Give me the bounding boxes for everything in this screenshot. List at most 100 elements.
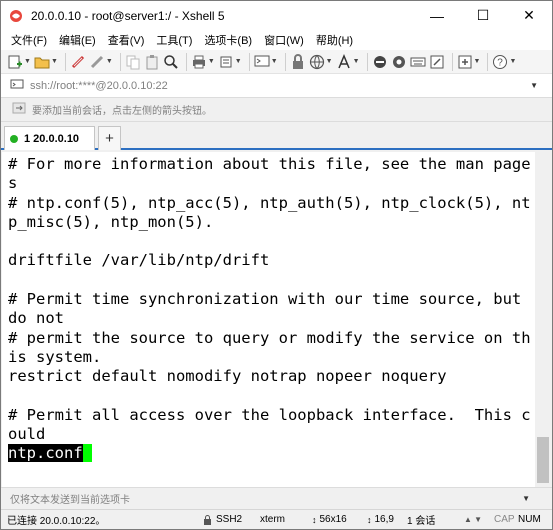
terminal-line: s — [8, 174, 18, 193]
terminal-line: ould — [8, 425, 46, 444]
status-connection: 已连接 20.0.0.10:22。 — [7, 516, 106, 527]
status-cursor-label: 16,9 — [374, 514, 394, 525]
status-caps-lock: CAP — [494, 514, 515, 525]
xftp-button[interactable] — [372, 52, 388, 72]
copy-button[interactable] — [125, 52, 141, 72]
chevron-down-icon[interactable]: ▼ — [326, 58, 333, 65]
globe-button[interactable]: ▼ — [309, 52, 333, 72]
copy-icon — [126, 55, 140, 69]
scrollbar-thumb[interactable] — [537, 437, 549, 483]
paste-button[interactable] — [144, 52, 160, 72]
compose-icon — [430, 55, 443, 68]
terminal-line: do not — [8, 309, 64, 328]
maximize-button[interactable]: ☐ — [460, 1, 506, 30]
send-text-input[interactable]: 仅将文本发送到当前选项卡 — [10, 491, 522, 506]
menu-window[interactable]: 窗口(W) — [264, 32, 304, 48]
chevron-down-icon[interactable]: ▼ — [474, 58, 481, 65]
menu-tools[interactable]: 工具(T) — [156, 32, 192, 48]
status-terminal-type: xterm — [260, 514, 285, 525]
chevron-down-icon[interactable]: ▼ — [208, 58, 215, 65]
disconnect-button[interactable]: ▼ — [89, 52, 113, 72]
toolbar-separator — [451, 52, 453, 71]
add-icon — [458, 55, 471, 68]
xshell-app-icon[interactable] — [9, 9, 23, 23]
xmanager-button[interactable] — [391, 52, 407, 72]
status-cursor: ↕ 16,9 — [367, 514, 407, 525]
menu-edit[interactable]: 编辑(E) — [59, 32, 96, 48]
toolbar-separator — [64, 52, 66, 71]
session-address-icon — [10, 77, 24, 94]
tab-session-1[interactable]: 1 20.0.0.10 — [4, 126, 95, 150]
terminal-line: # Permit time synchronization with our t… — [8, 290, 522, 309]
compose-button[interactable] — [429, 52, 445, 72]
globe-icon — [309, 54, 324, 69]
disconnect-icon — [90, 55, 103, 68]
terminal-line: # For more information about this file, … — [8, 155, 531, 173]
new-tab-button[interactable]: ▼ — [457, 52, 481, 72]
font-button[interactable]: ▼ — [336, 52, 360, 72]
toolbar-separator — [284, 52, 286, 71]
properties-icon — [220, 56, 232, 67]
xshell-window: 20.0.0.10 - root@server1:/ - Xshell 5 — … — [0, 0, 553, 530]
xmanager-icon — [392, 55, 405, 68]
chevron-down-icon[interactable]: ▼ — [353, 58, 360, 65]
status-nav-arrows[interactable]: ▲ ▼ — [464, 515, 494, 524]
arrow-icon[interactable] — [12, 101, 26, 118]
tab-label: 1 20.0.0.10 — [24, 132, 80, 145]
reconnect-button[interactable] — [70, 52, 86, 72]
lock-icon — [292, 53, 303, 69]
chevron-down-icon[interactable]: ▼ — [24, 58, 31, 65]
lock-icon — [204, 514, 211, 525]
help-button[interactable]: ? ▼ — [492, 52, 516, 72]
lock-button[interactable] — [290, 52, 306, 72]
chevron-down-icon[interactable]: ▼ — [530, 81, 538, 90]
print-button[interactable]: ▼ — [191, 52, 215, 72]
menu-view[interactable]: 查看(V) — [108, 32, 145, 48]
terminal-output[interactable]: # For more information about this file, … — [2, 152, 535, 487]
terminal-cursor — [82, 444, 92, 463]
address-input[interactable]: ssh://root:****@20.0.0.10:22 — [30, 80, 530, 92]
properties-button[interactable]: ▼ — [218, 52, 242, 72]
chevron-down-icon[interactable]: ▼ — [235, 58, 242, 65]
address-bar[interactable]: ssh://root:****@20.0.0.10:22 ▼ — [1, 74, 552, 98]
new-session-button[interactable]: ▼ — [7, 52, 31, 72]
printer-icon — [192, 55, 205, 68]
terminal-line: # permit the source to query or modify t… — [8, 328, 531, 347]
tab-bar: 1 20.0.0.10 + — [1, 122, 552, 150]
chevron-down-icon[interactable]: ▼ — [106, 58, 113, 65]
add-tab-button[interactable]: + — [98, 126, 121, 150]
chevron-down-icon[interactable]: ▼ — [51, 58, 58, 65]
close-button[interactable]: ✕ — [506, 1, 552, 30]
keyboard-icon — [410, 57, 425, 66]
window-title: 20.0.0.10 - root@server1:/ - Xshell 5 — [31, 8, 225, 23]
menu-bar: 文件(F) 编辑(E) 查看(V) 工具(T) 选项卡(B) 窗口(W) 帮助(… — [1, 30, 552, 50]
terminal-line: # ntp.conf(5), ntp_acc(5), ntp_auth(5), … — [8, 193, 531, 212]
status-bar: 已连接 20.0.0.10:22。 SSH2 xterm ↕ 56x16 ↕ 1… — [1, 509, 552, 529]
toolbar-separator — [185, 52, 187, 71]
resize-icon: ↕ — [312, 514, 317, 525]
session-hint-bar: 要添加当前会话，点击左侧的箭头按钮。 — [1, 98, 552, 122]
menu-tab[interactable]: 选项卡(B) — [204, 32, 252, 48]
session-manager-button[interactable]: ▼ — [254, 52, 278, 72]
chevron-down-icon[interactable]: ▼ — [509, 58, 516, 65]
chevron-down-icon[interactable]: ▼ — [271, 58, 278, 65]
status-sessions: 1 会话 — [407, 516, 436, 527]
open-folder-button[interactable]: ▼ — [34, 52, 58, 72]
minimize-button[interactable]: — — [414, 1, 460, 30]
find-button[interactable] — [163, 52, 179, 72]
terminal-scrollbar[interactable] — [535, 152, 551, 487]
menu-file[interactable]: 文件(F) — [11, 32, 47, 48]
terminal-line: is system. — [8, 347, 102, 366]
menu-help[interactable]: 帮助(H) — [316, 32, 353, 48]
title-bar: 20.0.0.10 - root@server1:/ - Xshell 5 — … — [1, 1, 552, 30]
connected-status-icon — [10, 134, 18, 143]
terminal-line: restrict default nomodify notrap nopeer … — [8, 367, 447, 386]
hint-text: 要添加当前会话，点击左侧的箭头按钮。 — [32, 106, 212, 117]
folder-icon — [34, 57, 50, 68]
font-icon — [337, 53, 350, 68]
keyboard-button[interactable] — [410, 52, 426, 72]
chevron-down-icon[interactable]: ▼ — [522, 494, 530, 503]
svg-text:?: ? — [498, 57, 504, 68]
